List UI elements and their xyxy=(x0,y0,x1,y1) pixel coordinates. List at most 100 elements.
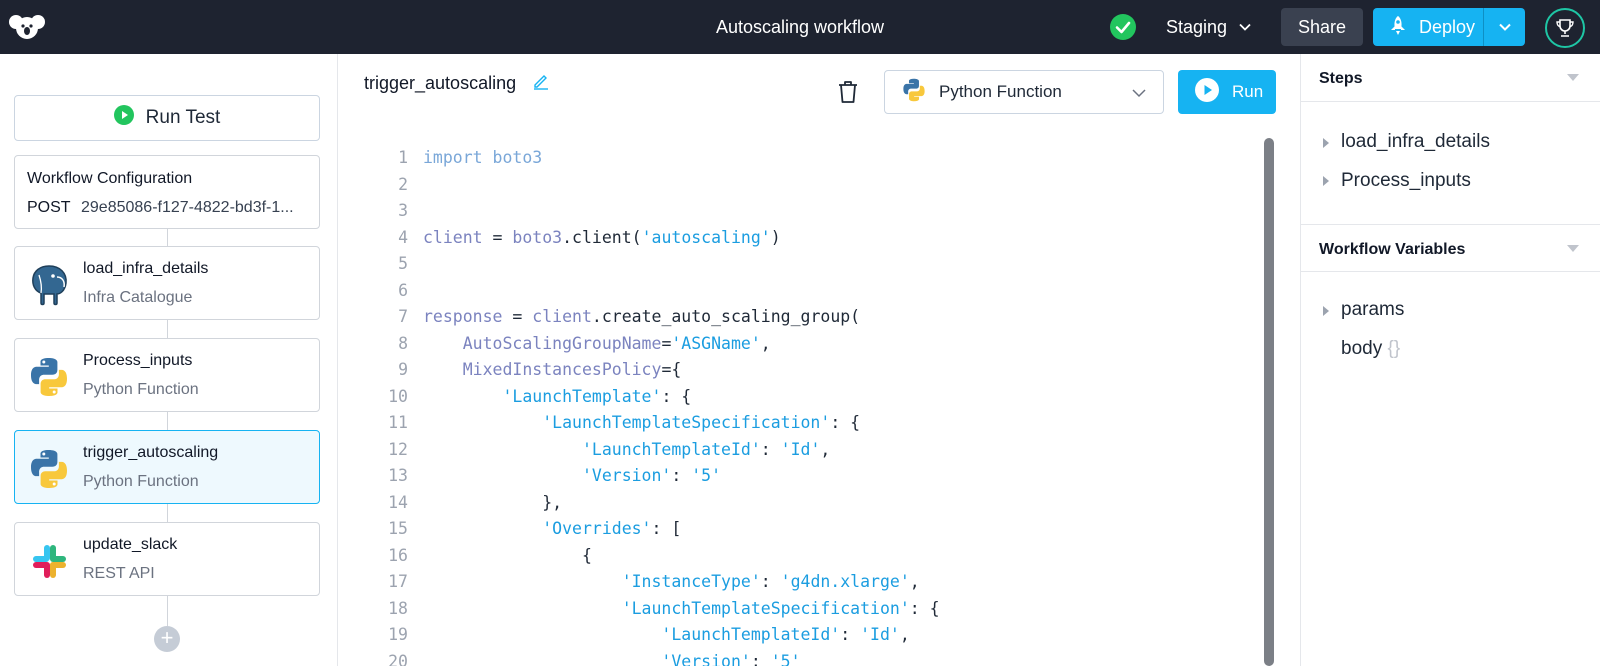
trash-icon[interactable] xyxy=(836,79,860,105)
line-number: 2 xyxy=(398,174,408,194)
workflow-configuration-title: Workflow Configuration xyxy=(27,170,193,187)
pencil-edit-icon[interactable] xyxy=(532,72,550,90)
step-connector xyxy=(167,596,168,626)
step-type: REST API xyxy=(83,565,155,582)
expand-caret-icon[interactable] xyxy=(1323,138,1329,148)
code-line[interactable]: 6 xyxy=(338,278,423,304)
trophy-icon[interactable] xyxy=(1545,8,1585,48)
code-token: : xyxy=(671,466,692,485)
line-number: 11 xyxy=(388,413,408,432)
chevron-down-icon[interactable] xyxy=(1237,19,1253,35)
run-test-button[interactable]: Run Test xyxy=(14,95,320,141)
deploy-options-chevron-icon[interactable] xyxy=(1483,8,1525,46)
line-number: 20 xyxy=(388,651,408,666)
add-step-button[interactable]: + xyxy=(154,626,180,652)
rocket-icon xyxy=(1387,14,1409,41)
steps-section-header[interactable]: Steps xyxy=(1301,54,1600,102)
code-token: , xyxy=(820,439,831,459)
line-number: 9 xyxy=(398,360,408,379)
step-name: update_slack xyxy=(83,536,178,553)
variable-item-params[interactable]: params xyxy=(1341,299,1404,321)
step-card-process-inputs[interactable]: Process_inputs Python Function xyxy=(14,338,320,412)
play-circle-icon xyxy=(1194,77,1220,108)
line-number: 14 xyxy=(388,492,408,512)
step-type: Python Function xyxy=(83,473,199,490)
play-icon xyxy=(113,105,134,131)
code-line[interactable]: 4 client = boto3.client('autoscaling') xyxy=(338,225,781,251)
code-line[interactable]: 13 'Version': '5' xyxy=(338,463,721,489)
code-line[interactable]: 17 'InstanceType': 'g4dn.xlarge', xyxy=(338,569,920,595)
code-line[interactable]: 11 'LaunchTemplateSpecification': { xyxy=(338,410,860,436)
step-name: trigger_autoscaling xyxy=(83,444,219,461)
code-line[interactable]: 2 xyxy=(338,172,423,198)
code-token: response xyxy=(423,307,503,326)
code-line[interactable]: 20 'Version': '5' xyxy=(338,649,800,666)
editor-scrollbar[interactable] xyxy=(1264,138,1274,666)
variable-item-body[interactable]: body {} xyxy=(1341,338,1400,360)
code-line[interactable]: 16 { xyxy=(338,543,592,569)
code-token: : xyxy=(760,439,781,459)
step-connector xyxy=(167,229,168,246)
code-token: 'InstanceType' xyxy=(621,572,761,591)
line-number: 6 xyxy=(398,280,408,300)
step-card-update-slack[interactable]: update_slack REST API xyxy=(14,522,320,596)
code-line[interactable]: 10 'LaunchTemplate': { xyxy=(338,384,691,410)
step-card-trigger-autoscaling[interactable]: trigger_autoscaling Python Function xyxy=(14,430,320,504)
code-token: import boto3 xyxy=(423,148,543,167)
code-line[interactable]: 15 'Overrides': [ xyxy=(338,516,681,542)
context-panel: Steps load_infra_details Process_inputs … xyxy=(1300,54,1600,666)
code-token: 'Version' xyxy=(661,651,751,666)
code-line[interactable]: 8 AutoScalingGroupName='ASGName', xyxy=(338,331,771,357)
code-token: ) xyxy=(770,227,781,247)
run-button[interactable]: Run xyxy=(1178,70,1276,114)
python-icon xyxy=(27,355,71,399)
code-token: , xyxy=(760,333,771,353)
share-button[interactable]: Share xyxy=(1281,8,1363,46)
koala-logo-icon[interactable] xyxy=(8,12,46,42)
code-line[interactable]: 14 }, xyxy=(338,490,562,516)
expand-caret-icon[interactable] xyxy=(1323,176,1329,186)
code-line[interactable]: 18 'LaunchTemplateSpecification': { xyxy=(338,596,940,622)
workflow-configuration-card[interactable]: Workflow Configuration POST 29e85086-f12… xyxy=(14,155,320,229)
code-line[interactable]: 12 'LaunchTemplateId': 'Id', xyxy=(338,437,830,463)
environment-selector[interactable]: Staging xyxy=(1166,17,1227,38)
code-token: .client( xyxy=(562,227,642,247)
code-editor[interactable]: 1 import boto3 2 3 4 client = boto3.client('a… xyxy=(338,138,1268,666)
steps-tree-item[interactable]: load_infra_details xyxy=(1341,131,1490,153)
chevron-down-icon[interactable] xyxy=(1130,84,1148,102)
code-line[interactable]: 7 response = client.create_auto_scaling_g… xyxy=(338,304,860,330)
steps-tree-item[interactable]: Process_inputs xyxy=(1341,170,1471,192)
status-check-icon xyxy=(1110,14,1136,40)
code-line[interactable]: 19 'LaunchTemplateId': 'Id', xyxy=(338,622,910,648)
code-line[interactable]: 9 MixedInstancesPolicy={ xyxy=(338,357,681,383)
code-token: , xyxy=(909,572,920,591)
code-token: client xyxy=(423,227,483,247)
code-line[interactable]: 1 import boto3 xyxy=(338,145,542,171)
line-number: 10 xyxy=(388,386,408,406)
workflow-variables-title: Workflow Variables xyxy=(1319,241,1466,258)
code-token: 'Version' xyxy=(581,466,672,485)
workflow-variables-section-header[interactable]: Workflow Variables xyxy=(1301,224,1600,272)
line-number: 13 xyxy=(388,466,408,485)
code-token: 'autoscaling' xyxy=(641,227,771,247)
collapse-caret-icon[interactable] xyxy=(1567,74,1579,81)
line-number: 17 xyxy=(388,572,408,591)
code-token: : { xyxy=(909,598,940,618)
collapse-caret-icon[interactable] xyxy=(1567,245,1579,252)
code-line[interactable]: 3 xyxy=(338,198,423,224)
code-token: 'Overrides' xyxy=(542,519,652,538)
line-number: 16 xyxy=(388,545,408,565)
code-token: boto3 xyxy=(512,227,563,247)
step-card-load-infra-details[interactable]: load_infra_details Infra Catalogue xyxy=(14,246,320,320)
code-token: 'LaunchTemplate' xyxy=(502,386,662,406)
deploy-label: Deploy xyxy=(1419,16,1476,37)
expand-caret-icon[interactable] xyxy=(1323,306,1329,316)
code-line[interactable]: 5 xyxy=(338,251,423,277)
function-type-select[interactable]: Python Function xyxy=(884,70,1164,114)
function-name: trigger_autoscaling xyxy=(364,73,517,93)
deploy-button[interactable]: Deploy xyxy=(1373,8,1483,46)
